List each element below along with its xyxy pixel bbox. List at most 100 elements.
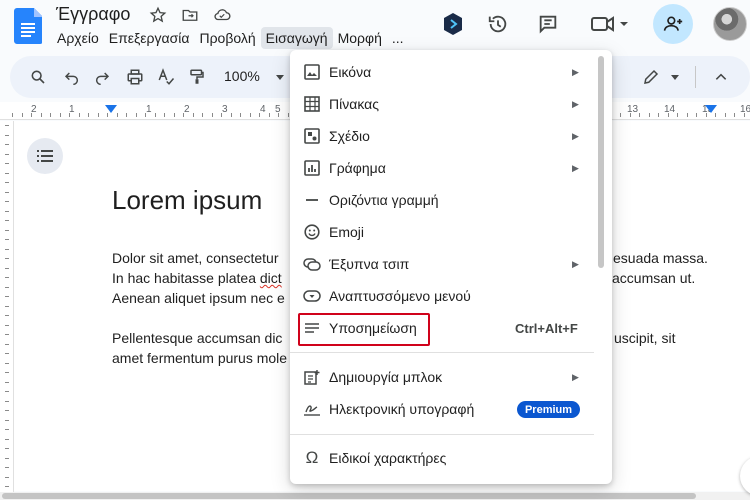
ruler-tick [31, 113, 32, 117]
ruler-tick [126, 113, 127, 117]
editing-mode-dropdown-icon[interactable] [664, 66, 686, 88]
menu-item-label: Γράφημα [329, 160, 386, 176]
outline-list-icon [37, 150, 53, 162]
menu-item-smart-chips[interactable]: Έξυπνα τσιπ ▶ [290, 248, 594, 280]
menu-item-label: Σχέδιο [329, 128, 370, 144]
ruler-tick [5, 210, 9, 212]
avatar[interactable] [713, 7, 747, 41]
menu-item-special-characters[interactable]: Ω Ειδικοί χαρακτήρες [290, 442, 594, 474]
ruler-tick [5, 362, 9, 364]
print-icon[interactable] [124, 66, 146, 88]
ruler-tick [5, 172, 9, 174]
paragraph-line[interactable]: Dolor sit amet, consectetur [112, 248, 279, 268]
ruler-tick [249, 113, 251, 117]
ruler-tick [40, 113, 42, 117]
ruler-tick [5, 476, 9, 478]
dropdown-icon [303, 287, 321, 305]
ruler-tick [696, 113, 697, 117]
ruler-tick [59, 113, 61, 117]
editing-mode-icon[interactable] [640, 66, 662, 88]
menu-item-label: Εικόνα [329, 64, 372, 80]
premium-badge: Premium [517, 401, 580, 418]
menu-scrollbar[interactable] [598, 56, 604, 268]
ruler-tick [5, 163, 9, 164]
paint-format-icon[interactable] [186, 66, 208, 88]
menu-item-horizontal-line[interactable]: Οριζόντια γραμμή [290, 184, 594, 216]
ruler-tick [5, 353, 9, 354]
menu-item-image[interactable]: Εικόνα ▶ [290, 56, 594, 88]
share-button[interactable] [653, 4, 693, 44]
ruler-tick [5, 429, 9, 430]
insert-menu: Εικόνα ▶ Πίνακας ▶ Σχέδιο ▶ Γράφημα ▶ Ορ… [290, 50, 612, 484]
paragraph-line[interactable]: Aenean aliquet ipsum nec e [112, 288, 285, 308]
search-menus-icon[interactable] [27, 66, 49, 88]
spellcheck-icon[interactable] [155, 66, 177, 88]
misspelled-word[interactable]: dict [260, 270, 282, 286]
ruler-tick [743, 113, 745, 117]
version-history-icon[interactable] [484, 10, 512, 38]
ruler-tick [78, 113, 80, 117]
emoji-icon [303, 223, 321, 241]
document-outline-button[interactable] [27, 138, 63, 174]
menu-item-building-blocks[interactable]: Δημιουργία μπλοκ ▶ [290, 361, 594, 393]
paragraph-line[interactable]: In hac habitasse platea dict [112, 268, 282, 288]
ruler-number: 3 [222, 104, 228, 115]
paragraph-line[interactable]: accumsan ut. [612, 268, 695, 288]
paragraph-line[interactable]: amet fermentum purus mole [112, 348, 287, 368]
ruler-tick [5, 372, 9, 373]
ruler-tick [629, 113, 631, 117]
menu-item-dropdown[interactable]: Αναπτυσσόμενο μενού [290, 280, 594, 312]
ruler-tick [221, 113, 222, 117]
left-indent-marker[interactable] [105, 105, 117, 113]
zoom-select[interactable]: 100% [224, 68, 260, 84]
redo-icon[interactable] [91, 66, 113, 88]
menu-item-label: Ηλεκτρονική υπογραφή [329, 401, 475, 417]
toolbar-divider [695, 66, 696, 88]
submenu-arrow-icon: ▶ [572, 162, 579, 173]
ruler-tick [116, 113, 118, 117]
menu-item-label: Πίνακας [329, 96, 379, 112]
ruler-tick [715, 113, 716, 117]
paragraph-line[interactable]: Pellentesque accumsan dic [112, 328, 282, 348]
horizontal-line-icon [303, 191, 321, 209]
ruler-tick [88, 113, 89, 117]
ruler-tick [50, 113, 51, 117]
horizontal-scrollbar[interactable] [0, 492, 750, 500]
addon-icon[interactable] [441, 12, 465, 36]
menu-item-drawing[interactable]: Σχέδιο ▶ [290, 120, 594, 152]
paragraph-line[interactable]: uscipit, sit [614, 328, 675, 348]
zoom-dropdown-icon[interactable] [269, 66, 291, 88]
menu-item-emoji[interactable]: Emoji [290, 216, 594, 248]
ruler-tick [5, 220, 9, 221]
ruler-tick [268, 113, 270, 117]
ruler-tick [183, 113, 184, 117]
menu-item-label: Emoji [329, 224, 365, 240]
menu-item-chart[interactable]: Γράφημα ▶ [290, 152, 594, 184]
ruler-tick [240, 113, 241, 117]
doc-heading[interactable]: Lorem ipsum [112, 185, 262, 216]
ruler-tick [5, 324, 9, 326]
undo-icon[interactable] [61, 66, 83, 88]
ruler-tick [658, 113, 659, 117]
vertical-ruler [0, 121, 14, 493]
scrollbar-thumb[interactable] [2, 493, 696, 499]
ruler-tick [278, 113, 279, 117]
table-icon [303, 95, 321, 113]
ruler-tick [5, 315, 9, 316]
hide-menus-icon[interactable] [710, 66, 732, 88]
image-icon [303, 63, 321, 81]
menu-item-label: Ειδικοί χαρακτήρες [329, 450, 447, 466]
comments-icon[interactable] [534, 10, 562, 38]
paragraph-line[interactable]: esuada massa. [613, 248, 708, 268]
menu-item-label: Δημιουργία μπλοκ [329, 369, 443, 385]
ruler-tick [164, 113, 165, 117]
ruler-tick [5, 400, 9, 402]
menu-item-esignature[interactable]: Ηλεκτρονική υπογραφή Premium [290, 393, 594, 425]
menu-item-table[interactable]: Πίνακας ▶ [290, 88, 594, 120]
ruler-tick [145, 113, 146, 117]
ruler-tick [5, 277, 9, 278]
meet-icon[interactable] [588, 10, 630, 38]
right-indent-marker[interactable] [705, 105, 717, 113]
submenu-arrow-icon: ▶ [572, 66, 579, 77]
ruler-tick [5, 144, 9, 145]
